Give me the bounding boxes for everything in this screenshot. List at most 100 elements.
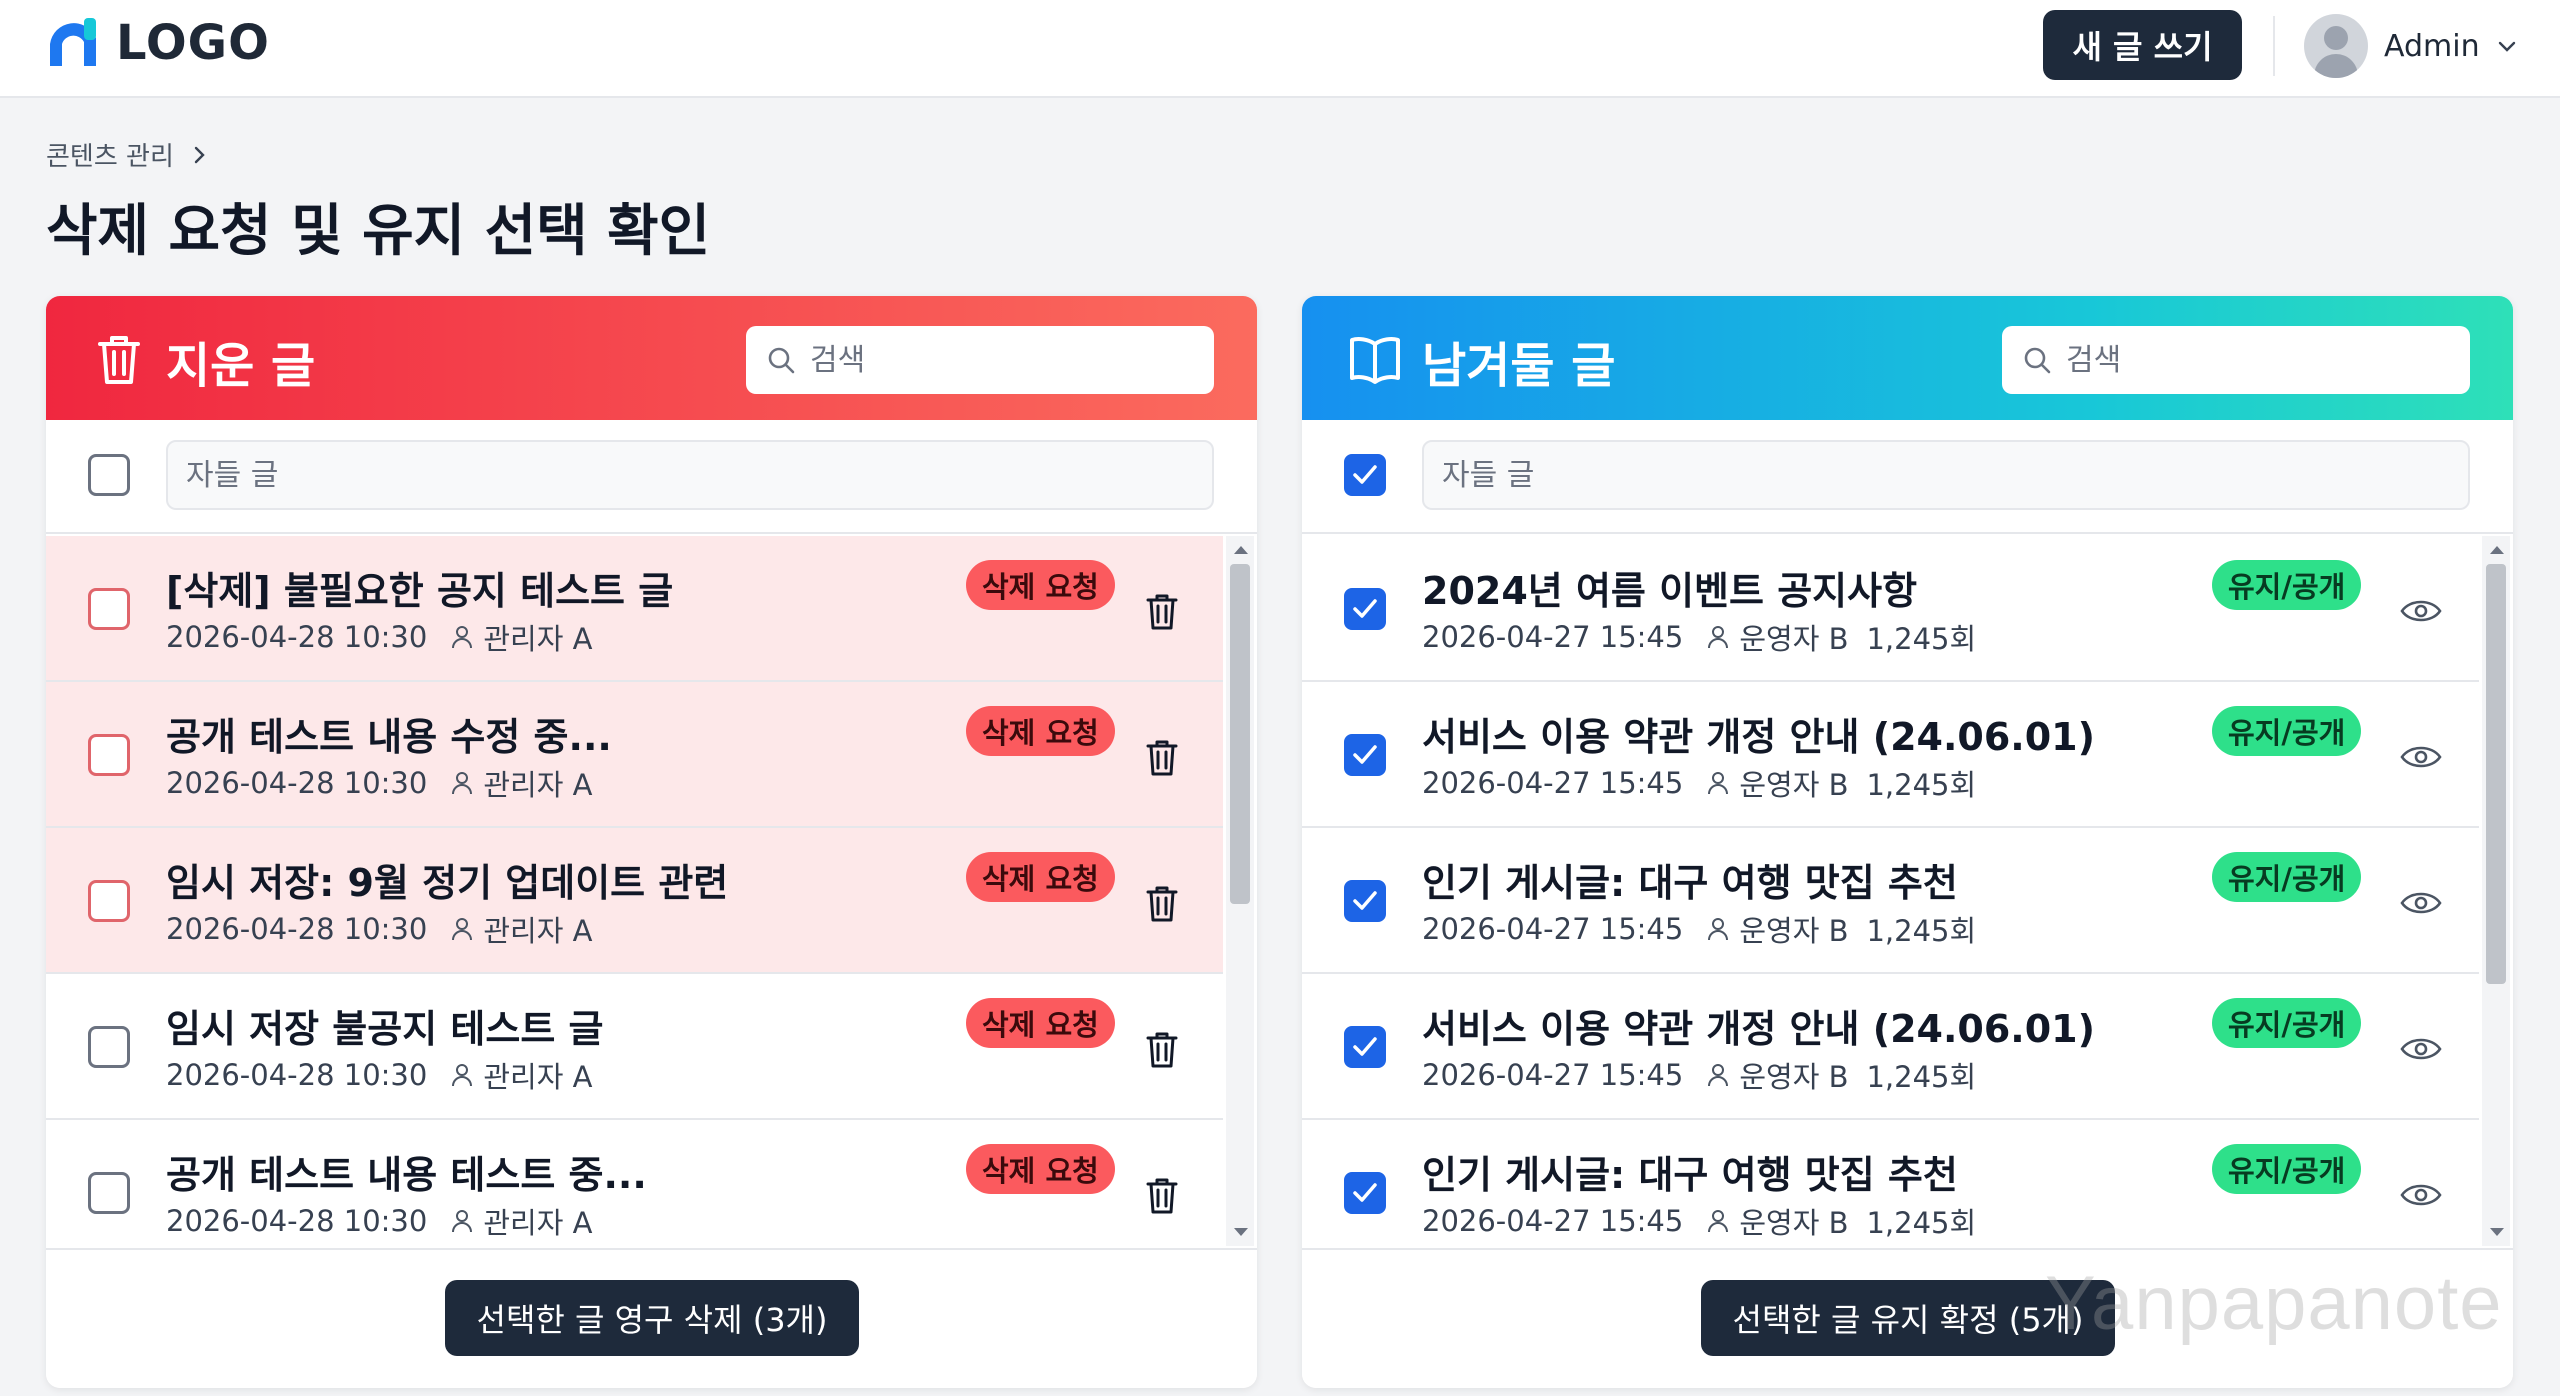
- user-icon: [1708, 1064, 1729, 1087]
- status-badge: 유지/공개: [2212, 1144, 2362, 1194]
- list-item[interactable]: 인기 게시글: 대구 여행 맛집 추천 2026-04-27 15:45 운영자…: [1302, 828, 2479, 974]
- post-meta: 2026-04-28 10:30 관리자 A: [166, 616, 592, 658]
- filter-row: [1302, 420, 2513, 534]
- list-item[interactable]: 서비스 이용 약관 개정 안내 (24.06.01) 2026-04-27 15…: [1302, 682, 2479, 828]
- user-name: Admin: [2384, 28, 2480, 64]
- status-badge: 유지/공개: [2212, 560, 2362, 610]
- post-title: 인기 게시글: 대구 여행 맛집 추천: [1422, 861, 1958, 905]
- status-badge: 삭제 요청: [966, 560, 1115, 610]
- kept-posts-panel: 남겨둘 글 2024년 여름 이벤트 공지사항 2026-04-27 15:45…: [1302, 296, 2513, 1388]
- scroll-thumb[interactable]: [1230, 564, 1250, 904]
- list-item[interactable]: 임시 저장: 9월 정기 업데이트 관련 2026-04-28 10:30 관리…: [46, 828, 1223, 974]
- post-date: 2026-04-28 10:30: [166, 912, 428, 946]
- post-views: 1,245회: [1866, 1206, 1977, 1240]
- trash-icon[interactable]: [1144, 884, 1180, 924]
- row-checkbox[interactable]: [88, 880, 130, 922]
- list-item[interactable]: 임시 저장 불공지 테스트 글 2026-04-28 10:30 관리자 A 삭…: [46, 974, 1223, 1120]
- trash-icon: [98, 336, 140, 384]
- list-item[interactable]: 인기 게시글: 대구 여행 맛집 추천 2026-04-27 15:45 운영자…: [1302, 1120, 2479, 1246]
- list-item[interactable]: 서비스 이용 약관 개정 안내 (24.06.01) 2026-04-27 15…: [1302, 974, 2479, 1120]
- trash-icon[interactable]: [1144, 1030, 1180, 1070]
- search-input[interactable]: [810, 342, 1170, 378]
- permanent-delete-button[interactable]: 선택한 글 영구 삭제 (3개): [445, 1280, 859, 1356]
- panel-header: 남겨둘 글: [1302, 296, 2513, 420]
- user-icon: [1708, 1210, 1729, 1233]
- search-box[interactable]: [746, 326, 1214, 394]
- panel-title: 남겨둘 글: [1422, 338, 1616, 394]
- watermark: Yanpapanote: [2045, 1261, 2503, 1346]
- scrollbar[interactable]: [2482, 536, 2510, 1246]
- post-views: 1,245회: [1866, 1060, 1977, 1094]
- eye-icon[interactable]: [2400, 1034, 2442, 1064]
- filter-input[interactable]: [1422, 440, 2470, 510]
- eye-icon[interactable]: [2400, 742, 2442, 772]
- trash-icon[interactable]: [1144, 592, 1180, 632]
- status-badge: 삭제 요청: [966, 998, 1115, 1048]
- status-badge: 유지/공개: [2212, 706, 2362, 756]
- row-checkbox[interactable]: [1344, 1172, 1386, 1214]
- post-author: 운영자 B: [1739, 914, 1849, 948]
- eye-icon[interactable]: [2400, 596, 2442, 626]
- post-title: 임시 저장: 9월 정기 업데이트 관련: [166, 861, 729, 905]
- scroll-down-arrow[interactable]: [1234, 1228, 1248, 1236]
- post-date: 2026-04-27 15:45: [1422, 1204, 1684, 1238]
- select-all-checkbox[interactable]: [88, 454, 130, 496]
- user-menu[interactable]: Admin: [2304, 14, 2518, 78]
- row-checkbox[interactable]: [1344, 588, 1386, 630]
- post-meta: 2026-04-27 15:45 운영자 B 1,245회: [1422, 1200, 1976, 1242]
- post-date: 2026-04-28 10:30: [166, 1058, 428, 1092]
- row-checkbox[interactable]: [88, 1172, 130, 1214]
- filter-input[interactable]: [166, 440, 1214, 510]
- row-checkbox[interactable]: [1344, 1026, 1386, 1068]
- user-icon: [452, 772, 473, 795]
- row-checkbox[interactable]: [88, 588, 130, 630]
- search-input[interactable]: [2066, 342, 2426, 378]
- post-title: 2024년 여름 이벤트 공지사항: [1422, 569, 1918, 613]
- new-post-button[interactable]: 새 글 쓰기: [2043, 10, 2242, 80]
- post-list: [삭제] 불필요한 공지 테스트 글 2026-04-28 10:30 관리자 …: [46, 536, 1257, 1246]
- search-box[interactable]: [2002, 326, 2470, 394]
- row-checkbox[interactable]: [88, 1026, 130, 1068]
- eye-icon[interactable]: [2400, 888, 2442, 918]
- logo-icon: [50, 18, 96, 66]
- post-date: 2026-04-27 15:45: [1422, 912, 1684, 946]
- logo[interactable]: LOGO: [44, 14, 270, 72]
- row-checkbox[interactable]: [88, 734, 130, 776]
- search-icon: [2024, 347, 2051, 374]
- scroll-up-arrow[interactable]: [1234, 546, 1248, 554]
- list-item[interactable]: [삭제] 불필요한 공지 테스트 글 2026-04-28 10:30 관리자 …: [46, 536, 1223, 682]
- post-meta: 2026-04-28 10:30 관리자 A: [166, 762, 592, 804]
- post-meta: 2026-04-28 10:30 관리자 A: [166, 908, 592, 950]
- trash-icon[interactable]: [1144, 1176, 1180, 1216]
- post-author: 관리자 A: [483, 914, 593, 948]
- select-all-checkbox[interactable]: [1344, 454, 1386, 496]
- row-checkbox[interactable]: [1344, 880, 1386, 922]
- status-badge: 삭제 요청: [966, 852, 1115, 902]
- scroll-up-arrow[interactable]: [2490, 546, 2504, 554]
- post-title: 인기 게시글: 대구 여행 맛집 추천: [1422, 1153, 1958, 1197]
- eye-icon[interactable]: [2400, 1180, 2442, 1210]
- row-checkbox[interactable]: [1344, 734, 1386, 776]
- list-item[interactable]: 공개 테스트 내용 수정 중... 2026-04-28 10:30 관리자 A…: [46, 682, 1223, 828]
- post-meta: 2026-04-27 15:45 운영자 B 1,245회: [1422, 1054, 1976, 1096]
- search-icon: [768, 347, 795, 374]
- post-author: 운영자 B: [1739, 622, 1849, 656]
- scrollbar[interactable]: [1226, 536, 1254, 1246]
- user-icon: [1708, 772, 1729, 795]
- list-item[interactable]: 공개 테스트 내용 테스트 중... 2026-04-28 10:30 관리자 …: [46, 1120, 1223, 1246]
- top-bar: LOGO 새 글 쓰기 Admin: [0, 0, 2560, 98]
- panel-title: 지운 글: [166, 338, 316, 394]
- post-date: 2026-04-27 15:45: [1422, 1058, 1684, 1092]
- post-author: 운영자 B: [1739, 768, 1849, 802]
- book-icon: [1350, 337, 1400, 384]
- breadcrumb-item[interactable]: 콘텐츠 관리: [46, 136, 174, 173]
- scroll-thumb[interactable]: [2486, 564, 2506, 984]
- user-icon: [452, 918, 473, 941]
- scroll-down-arrow[interactable]: [2490, 1228, 2504, 1236]
- status-badge: 삭제 요청: [966, 706, 1115, 756]
- list-item[interactable]: 2024년 여름 이벤트 공지사항 2026-04-27 15:45 운영자 B…: [1302, 536, 2479, 682]
- trash-icon[interactable]: [1144, 738, 1180, 778]
- post-author: 관리자 A: [483, 768, 593, 802]
- post-title: 서비스 이용 약관 개정 안내 (24.06.01): [1422, 715, 2095, 759]
- avatar: [2304, 14, 2368, 78]
